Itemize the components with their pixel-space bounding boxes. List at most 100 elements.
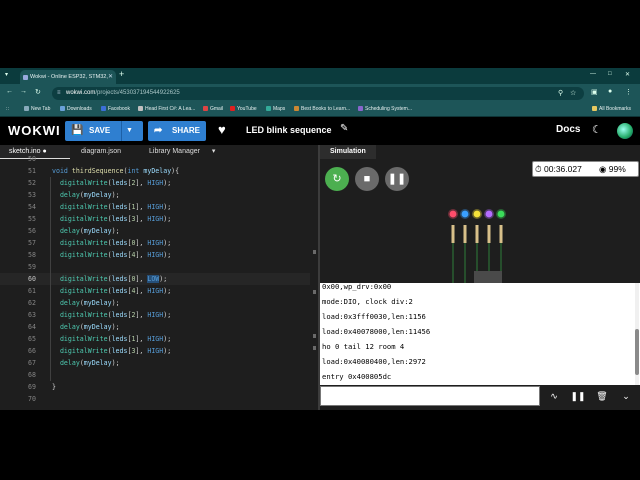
zoom-icon[interactable]: ⚲ <box>558 87 563 100</box>
code-text[interactable]: digitalWrite(leds[4], HIGH); <box>52 285 171 297</box>
line-number: 59 <box>28 263 36 271</box>
serial-scrollbar[interactable] <box>635 283 639 385</box>
code-text[interactable]: delay(myDelay); <box>52 321 120 333</box>
apps-icon[interactable]: ∷ <box>6 106 9 112</box>
extensions-icon[interactable]: ▣ <box>591 88 598 96</box>
code-editor[interactable]: 50 51 void thirdSequence(int myDelay){52 d… <box>0 155 318 410</box>
bookmark-item[interactable]: YouTube <box>230 106 257 112</box>
collapse-chevron-icon[interactable]: ⌄ <box>615 386 637 406</box>
code-line[interactable]: 60 digitalWrite(leds[0], LOW); <box>0 273 310 285</box>
plotter-icon[interactable]: ∿ <box>543 386 565 406</box>
trash-icon[interactable]: 🗑 <box>591 386 613 406</box>
tab-simulation[interactable]: Simulation <box>320 145 376 159</box>
code-text[interactable]: delay(myDelay); <box>52 225 120 237</box>
code-text[interactable]: digitalWrite(leds[2], HIGH); <box>52 309 171 321</box>
profile-icon[interactable]: ● <box>608 88 612 95</box>
resistor[interactable] <box>475 225 479 243</box>
close-tab-icon[interactable]: ✕ <box>108 70 113 84</box>
code-line[interactable]: 65 digitalWrite(leds[1], HIGH); <box>0 333 310 345</box>
moon-icon[interactable]: ☾ <box>592 123 602 136</box>
bookmark-item[interactable]: Maps <box>266 106 285 112</box>
code-line[interactable]: 58 digitalWrite(leds[4], HIGH); <box>0 249 310 261</box>
forward-icon[interactable]: → <box>20 88 27 95</box>
code-line[interactable]: 55 digitalWrite(leds[3], HIGH); <box>0 213 310 225</box>
site-info-icon[interactable]: ≡ <box>57 87 61 100</box>
bookmark-item[interactable]: Scheduling System... <box>358 106 412 112</box>
led[interactable] <box>473 210 481 218</box>
minimize-icon[interactable]: — <box>590 71 596 77</box>
led[interactable] <box>497 210 505 218</box>
resistor[interactable] <box>451 225 455 243</box>
code-text[interactable]: digitalWrite(leds[1], HIGH); <box>52 333 171 345</box>
all-bookmarks-button[interactable]: All Bookmarks <box>592 106 631 112</box>
serial-input[interactable] <box>320 386 540 406</box>
share-button[interactable]: ➦ SHARE <box>148 121 206 141</box>
bookmark-item[interactable]: Facebook <box>101 106 130 112</box>
code-line[interactable]: 54 digitalWrite(leds[1], HIGH); <box>0 201 310 213</box>
heart-icon[interactable]: ♥ <box>218 122 226 137</box>
new-tab-icon[interactable]: + <box>119 69 124 79</box>
url-input[interactable]: ≡ wokwi.com/projects/453037194544922625 … <box>52 87 584 100</box>
code-line[interactable]: 56 delay(myDelay); <box>0 225 310 237</box>
led[interactable] <box>485 210 493 218</box>
code-text[interactable]: digitalWrite(leds[0], LOW); <box>52 273 167 285</box>
resistor[interactable] <box>487 225 491 243</box>
led[interactable] <box>449 210 457 218</box>
save-button[interactable]: 💾 SAVE ▼ <box>65 121 143 141</box>
bookmark-item[interactable]: Downloads <box>60 106 92 112</box>
code-text[interactable]: digitalWrite(leds[0], HIGH); <box>52 237 171 249</box>
code-text[interactable]: digitalWrite(leds[4], HIGH); <box>52 249 171 261</box>
close-window-icon[interactable]: ✕ <box>625 71 630 78</box>
back-icon[interactable]: ← <box>6 88 13 95</box>
bookmark-item[interactable]: New Tab <box>24 106 50 112</box>
chevron-down-icon[interactable]: ▼ <box>126 121 133 141</box>
browser-tab-wokwi[interactable]: Wokwi - Online ESP32, STM32, ✕ <box>20 70 116 84</box>
code-text[interactable]: delay(myDelay); <box>52 297 120 309</box>
code-line[interactable]: 63 digitalWrite(leds[2], HIGH); <box>0 309 310 321</box>
code-text[interactable]: digitalWrite(leds[3], HIGH); <box>52 213 171 225</box>
code-text[interactable]: digitalWrite(leds[3], HIGH); <box>52 345 171 357</box>
code-text[interactable]: digitalWrite(leds[1], HIGH); <box>52 201 171 213</box>
bookmark-item[interactable]: Gmail <box>203 106 223 112</box>
tab-search-icon[interactable]: ▾ <box>5 71 8 78</box>
bookmark-item[interactable]: Best Books to Learn... <box>294 106 350 112</box>
avatar[interactable] <box>617 123 633 139</box>
code-text[interactable]: delay(myDelay); <box>52 357 120 369</box>
pencil-icon[interactable]: ✎ <box>340 123 348 134</box>
led[interactable] <box>461 210 469 218</box>
code-line[interactable]: 52 digitalWrite(leds[2], HIGH); <box>0 177 310 189</box>
bookmark-label: Head First C#: A Lea... <box>145 106 196 112</box>
resistor[interactable] <box>463 225 467 243</box>
simulation-canvas[interactable]: ↻ ■ ❚❚ ⏱ 00:36.027 ◉ 99% <box>320 159 640 283</box>
code-line[interactable]: 69} <box>0 381 310 393</box>
wokwi-logo[interactable]: WOKWI <box>8 123 61 138</box>
code-text[interactable]: void thirdSequence(int myDelay){ <box>52 165 179 177</box>
pause-serial-icon[interactable]: ❚❚ <box>567 386 589 406</box>
code-text[interactable]: digitalWrite(leds[2], HIGH); <box>52 177 171 189</box>
maximize-icon[interactable]: □ <box>608 71 612 77</box>
microcontroller-board[interactable] <box>474 271 502 283</box>
code-line[interactable]: 57 digitalWrite(leds[0], HIGH); <box>0 237 310 249</box>
serial-monitor[interactable]: 0x00,wp_drv:0x00 mode:DIO, clock div:2 loa… <box>320 283 640 385</box>
code-line[interactable]: 64 delay(myDelay); <box>0 321 310 333</box>
code-text[interactable]: delay(myDelay); <box>52 189 120 201</box>
bookmark-item[interactable]: Head First C#: A Lea... <box>138 106 195 112</box>
code-line[interactable]: 51 void thirdSequence(int myDelay){ <box>0 165 310 177</box>
docs-link[interactable]: Docs <box>556 124 580 135</box>
code-line[interactable]: 68 <box>0 369 310 381</box>
code-line[interactable]: 70 <box>0 393 310 405</box>
bookmark-star-icon[interactable]: ☆ <box>570 87 576 100</box>
code-line[interactable]: 53 delay(myDelay); <box>0 189 310 201</box>
code-line[interactable]: 50 <box>0 153 310 165</box>
resistor[interactable] <box>499 225 503 243</box>
serial-scroll-thumb[interactable] <box>635 329 639 375</box>
code-line[interactable]: 61 digitalWrite(leds[4], HIGH); <box>0 285 310 297</box>
code-line[interactable]: 66 digitalWrite(leds[3], HIGH); <box>0 345 310 357</box>
code-text[interactable]: } <box>52 381 56 393</box>
project-title[interactable]: LED blink sequence <box>246 125 332 135</box>
code-line[interactable]: 62 delay(myDelay); <box>0 297 310 309</box>
code-line[interactable]: 59 <box>0 261 310 273</box>
browser-menu-icon[interactable]: ⋮ <box>625 88 632 96</box>
code-line[interactable]: 67 delay(myDelay); <box>0 357 310 369</box>
reload-icon[interactable]: ↻ <box>35 88 41 96</box>
